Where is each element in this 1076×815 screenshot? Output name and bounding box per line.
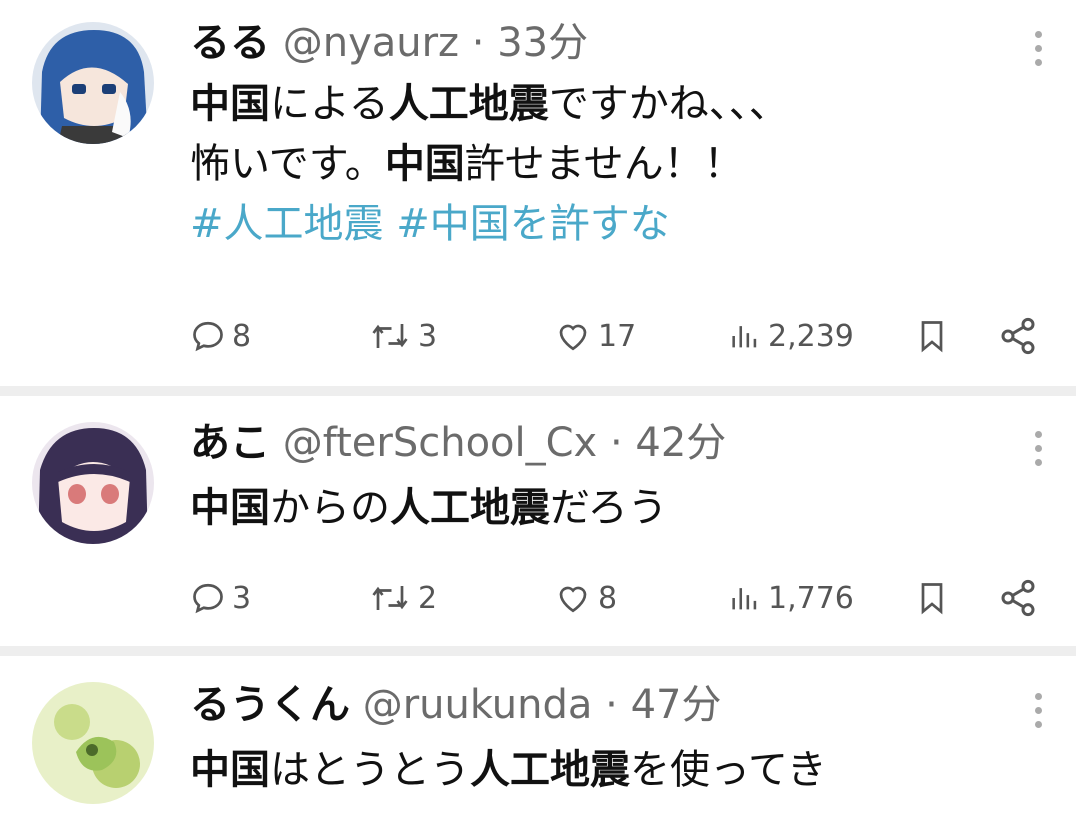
user-handle[interactable]: @fterSchool_Cx <box>283 420 598 466</box>
more-vertical-icon[interactable] <box>1024 24 1052 72</box>
post-header: るうくん @ruukunda · 47分 <box>190 680 721 730</box>
text-segment: ですかね、、、 <box>548 81 789 127</box>
share-button[interactable] <box>998 576 1038 620</box>
timestamp[interactable]: 47分 <box>631 682 722 728</box>
like-count: 17 <box>598 318 637 354</box>
text-segment: だろう <box>550 485 668 531</box>
avatar[interactable] <box>32 422 154 544</box>
text-segment: 中国 <box>384 141 465 187</box>
bar-chart-icon <box>732 588 757 610</box>
avatar[interactable] <box>32 22 154 144</box>
bookmark-button[interactable] <box>914 314 950 358</box>
user-handle[interactable]: @ruukunda <box>363 682 593 728</box>
text-segment: 中国 <box>190 747 270 793</box>
text-segment: 中国 <box>190 485 270 531</box>
reply-button[interactable]: 3 <box>190 576 251 620</box>
text-segment: 人工地震 <box>390 485 550 531</box>
heart-icon <box>559 324 587 351</box>
repost-arrows-icon <box>372 324 408 348</box>
bookmark-icon <box>921 321 943 353</box>
timestamp[interactable]: 42分 <box>635 420 726 466</box>
action-bar: 8 3 17 2,239 <box>186 314 1046 358</box>
views-button[interactable]: 2,239 <box>728 314 854 358</box>
post-header: あこ @fterSchool_Cx · 42分 <box>190 418 726 468</box>
text-segment: からの <box>270 485 390 531</box>
post-text: 中国はとうとう人工地震を使ってき <box>190 740 827 800</box>
reply-bubble-icon <box>193 583 223 614</box>
post-text: 中国による人工地震ですかね、、、 怖いです。中国許せません！！ #人工地震 #中… <box>190 74 789 254</box>
timestamp[interactable]: 33分 <box>497 20 588 66</box>
reply-button[interactable]: 8 <box>190 314 251 358</box>
display-name[interactable]: るる <box>190 20 270 66</box>
display-name[interactable]: るうくん <box>190 682 350 728</box>
avatar[interactable] <box>32 682 154 804</box>
bookmark-icon <box>921 583 943 615</box>
heart-icon <box>559 586 587 613</box>
post-3[interactable]: るうくん @ruukunda · 47分 中国はとうとう人工地震を使ってき <box>0 656 1076 815</box>
reply-count: 8 <box>232 318 252 354</box>
repost-arrows-icon <box>372 586 408 610</box>
view-count: 1,776 <box>768 580 854 616</box>
post-text: 中国からの人工地震だろう <box>190 478 668 538</box>
text-segment: 怖いです。 <box>190 141 385 187</box>
post-divider <box>0 646 1076 656</box>
display-name[interactable]: あこ <box>190 420 270 466</box>
post-2[interactable]: あこ @fterSchool_Cx · 42分 中国からの人工地震だろう 3 2… <box>0 396 1076 646</box>
repost-count: 2 <box>418 580 438 616</box>
share-nodes-icon <box>1001 579 1035 617</box>
bar-chart-icon <box>732 326 757 348</box>
like-button[interactable]: 8 <box>554 576 617 620</box>
post-text-line-1: 中国からの人工地震だろう <box>190 478 668 538</box>
action-bar: 3 2 8 1,776 <box>186 576 1046 620</box>
separator-dot: · <box>605 682 618 728</box>
text-segment: 人工地震 <box>388 81 549 127</box>
text-segment: を使ってき <box>630 747 827 793</box>
post-text-line-1: 中国はとうとう人工地震を使ってき <box>190 740 827 800</box>
share-nodes-icon <box>1001 317 1035 355</box>
separator-dot: · <box>471 20 485 66</box>
text-segment: 人工地震 <box>470 747 630 793</box>
text-segment: による <box>270 81 389 127</box>
like-count: 8 <box>598 580 618 616</box>
views-button[interactable]: 1,776 <box>728 576 854 620</box>
like-button[interactable]: 17 <box>554 314 636 358</box>
more-vertical-icon[interactable] <box>1024 686 1052 734</box>
post-text-line-1: 中国による人工地震ですかね、、、 <box>190 74 789 134</box>
post-1[interactable]: るる @nyaurz · 33分 中国による人工地震ですかね、、、 怖いです。中… <box>0 0 1076 386</box>
more-vertical-icon[interactable] <box>1024 424 1052 472</box>
post-header: るる @nyaurz · 33分 <box>190 18 588 68</box>
post-text-line-2: 怖いです。中国許せません！！ <box>190 134 789 194</box>
reply-bubble-icon <box>193 321 223 352</box>
text-segment: 中国 <box>190 81 270 127</box>
text-segment: はとうとう <box>270 747 470 793</box>
hashtags[interactable]: #人工地震 #中国を許すな <box>190 194 789 254</box>
post-divider <box>0 386 1076 396</box>
share-button[interactable] <box>998 314 1038 358</box>
text-segment: 許せません！！ <box>464 141 744 187</box>
bookmark-button[interactable] <box>914 576 950 620</box>
separator-dot: · <box>609 420 623 466</box>
repost-button[interactable]: 3 <box>368 314 437 358</box>
reply-count: 3 <box>232 580 252 616</box>
user-handle[interactable]: @nyaurz <box>283 20 459 66</box>
view-count: 2,239 <box>768 318 854 354</box>
repost-button[interactable]: 2 <box>368 576 437 620</box>
repost-count: 3 <box>418 318 438 354</box>
